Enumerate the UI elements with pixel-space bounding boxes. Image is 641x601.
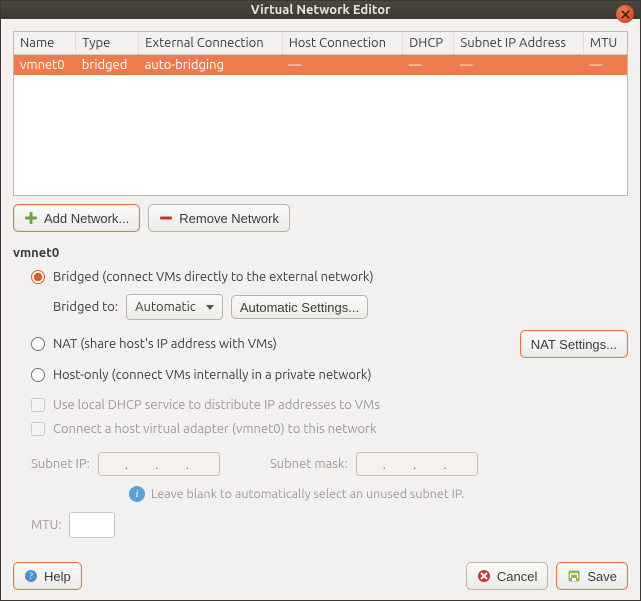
- automatic-settings-label: Automatic Settings...: [240, 300, 359, 315]
- mtu-input: [69, 512, 115, 538]
- radio-hostonly[interactable]: [31, 368, 45, 382]
- col-type[interactable]: Type: [76, 32, 139, 55]
- help-button[interactable]: ? Help: [13, 562, 82, 590]
- automatic-settings-button[interactable]: Automatic Settings...: [231, 295, 368, 319]
- cancel-icon: [477, 569, 491, 583]
- subnet-hint: Leave blank to automatically select an u…: [151, 487, 464, 501]
- checkbox-host-adapter: [31, 422, 45, 436]
- cancel-button[interactable]: Cancel: [466, 562, 548, 590]
- network-table[interactable]: Name Type External Connection Host Conne…: [13, 31, 628, 196]
- checkbox-host-adapter-label: Connect a host virtual adapter (vmnet0) …: [53, 422, 377, 436]
- table-row[interactable]: vmnet0 bridged auto-bridging — — — —: [14, 55, 627, 76]
- subnet-mask-label: Subnet mask:: [270, 457, 348, 471]
- save-button[interactable]: Save: [556, 562, 628, 590]
- checkbox-dhcp-label: Use local DHCP service to distribute IP …: [53, 398, 380, 412]
- remove-network-button[interactable]: Remove Network: [148, 204, 290, 232]
- bridged-to-label: Bridged to:: [53, 300, 118, 314]
- titlebar: Virtual Network Editor: [1, 1, 640, 19]
- chevron-down-icon: [206, 305, 214, 310]
- bridged-to-select[interactable]: Automatic: [126, 294, 223, 320]
- col-name[interactable]: Name: [14, 32, 76, 55]
- remove-network-label: Remove Network: [179, 211, 279, 226]
- subnet-mask-input: [356, 452, 478, 476]
- help-label: Help: [44, 569, 71, 584]
- mtu-label: MTU:: [31, 518, 61, 532]
- info-icon: i: [129, 486, 145, 502]
- col-dhcp[interactable]: DHCP: [403, 32, 454, 55]
- subnet-ip-input: [98, 452, 220, 476]
- cell-name: vmnet0: [14, 55, 76, 76]
- cell-mtu: —: [583, 55, 627, 76]
- col-mtu[interactable]: MTU: [583, 32, 627, 55]
- col-hostconn[interactable]: Host Connection: [282, 32, 402, 55]
- plus-icon: [24, 211, 38, 225]
- col-subnet[interactable]: Subnet IP Address: [454, 32, 583, 55]
- add-network-label: Add Network...: [44, 211, 129, 226]
- radio-bridged[interactable]: [31, 270, 45, 284]
- nat-settings-label: NAT Settings...: [531, 337, 617, 352]
- help-icon: ?: [24, 569, 38, 583]
- close-button[interactable]: [616, 5, 634, 23]
- cell-subnet: —: [454, 55, 583, 76]
- cell-external: auto-bridging: [139, 55, 283, 76]
- bridged-to-value: Automatic: [135, 300, 196, 314]
- radio-bridged-label: Bridged (connect VMs directly to the ext…: [53, 270, 374, 284]
- add-network-button[interactable]: Add Network...: [13, 204, 140, 232]
- svg-text:?: ?: [29, 571, 33, 581]
- save-label: Save: [587, 569, 617, 584]
- cell-dhcp: —: [403, 55, 454, 76]
- cell-type: bridged: [76, 55, 139, 76]
- radio-hostonly-label: Host-only (connect VMs internally in a p…: [53, 368, 372, 382]
- window-title: Virtual Network Editor: [1, 3, 640, 17]
- save-icon: [567, 569, 581, 583]
- nat-settings-button[interactable]: NAT Settings...: [520, 330, 628, 358]
- radio-nat[interactable]: [31, 337, 45, 351]
- close-icon: [621, 10, 630, 19]
- section-title: vmnet0: [13, 240, 628, 260]
- radio-nat-label: NAT (share host's IP address with VMs): [53, 337, 277, 351]
- cell-hostconn: —: [282, 55, 402, 76]
- checkbox-dhcp: [31, 398, 45, 412]
- minus-icon: [159, 211, 173, 225]
- col-external[interactable]: External Connection: [139, 32, 283, 55]
- subnet-ip-label: Subnet IP:: [31, 457, 90, 471]
- cancel-label: Cancel: [497, 569, 537, 584]
